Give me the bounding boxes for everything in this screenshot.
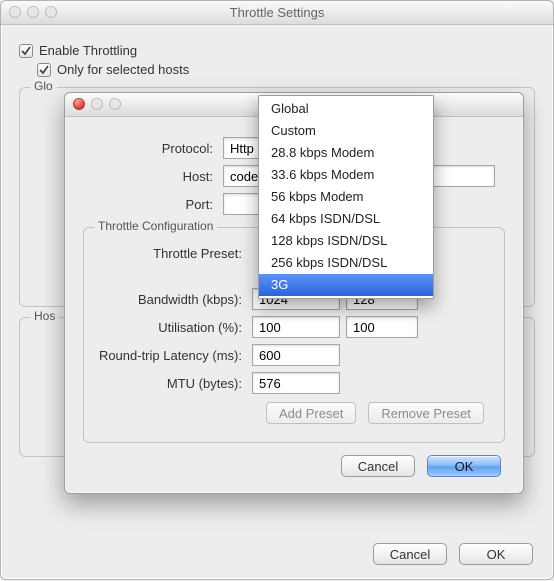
preset-menu-item[interactable]: 128 kbps ISDN/DSL <box>259 230 433 252</box>
enable-throttling-checkbox[interactable] <box>19 44 33 58</box>
host-label: Host: <box>83 169 217 184</box>
only-selected-label: Only for selected hosts <box>57 62 189 77</box>
close-icon[interactable] <box>9 6 21 18</box>
preset-menu-item[interactable]: 3G <box>259 274 433 296</box>
zoom-icon[interactable] <box>45 6 57 18</box>
preset-menu-item[interactable]: Global <box>259 98 433 120</box>
checkmark-icon <box>20 45 32 57</box>
utilisation-download-input[interactable] <box>252 316 340 338</box>
global-legend: Glo <box>30 79 57 93</box>
remove-preset-button[interactable]: Remove Preset <box>368 402 484 424</box>
preset-label: Throttle Preset: <box>96 246 246 261</box>
throttle-preset-menu[interactable]: GlobalCustom28.8 kbps Modem33.6 kbps Mod… <box>258 95 434 299</box>
preset-buttons: Add Preset Remove Preset <box>266 402 492 424</box>
preset-menu-item[interactable]: 64 kbps ISDN/DSL <box>259 208 433 230</box>
checkmark-icon <box>38 64 50 76</box>
preset-menu-item[interactable]: Custom <box>259 120 433 142</box>
minimize-icon[interactable] <box>91 98 103 110</box>
sheet-window-controls <box>73 98 121 110</box>
preset-menu-item[interactable]: 28.8 kbps Modem <box>259 142 433 164</box>
close-icon[interactable] <box>73 98 85 110</box>
preset-menu-item[interactable]: 56 kbps Modem <box>259 186 433 208</box>
mtu-label: MTU (bytes): <box>96 376 246 391</box>
add-preset-button[interactable]: Add Preset <box>266 402 356 424</box>
window-title: Throttle Settings <box>230 5 325 20</box>
port-label: Port: <box>83 197 217 212</box>
preset-menu-item[interactable]: 256 kbps ISDN/DSL <box>259 252 433 274</box>
enable-throttling-label: Enable Throttling <box>39 43 137 58</box>
throttle-config-legend: Throttle Configuration <box>94 219 217 233</box>
only-for-selected-row[interactable]: Only for selected hosts <box>37 62 535 77</box>
titlebar: Throttle Settings <box>1 1 553 25</box>
window-controls <box>9 6 57 18</box>
ok-button[interactable]: OK <box>427 455 501 477</box>
latency-input[interactable] <box>252 344 340 366</box>
ok-button[interactable]: OK <box>459 543 533 565</box>
utilisation-label: Utilisation (%): <box>96 320 246 335</box>
preset-menu-item[interactable]: 33.6 kbps Modem <box>259 164 433 186</box>
minimize-icon[interactable] <box>27 6 39 18</box>
bandwidth-label: Bandwidth (kbps): <box>96 292 246 307</box>
main-button-row: Cancel OK <box>373 543 533 565</box>
enable-throttling-row[interactable]: Enable Throttling <box>19 43 535 58</box>
latency-label: Round-trip Latency (ms): <box>96 348 246 363</box>
protocol-label: Protocol: <box>83 141 217 156</box>
hosts-legend: Hos <box>30 309 59 323</box>
zoom-icon[interactable] <box>109 98 121 110</box>
utilisation-upload-input[interactable] <box>346 316 418 338</box>
mtu-input[interactable] <box>252 372 340 394</box>
cancel-button[interactable]: Cancel <box>373 543 447 565</box>
cancel-button[interactable]: Cancel <box>341 455 415 477</box>
sheet-button-row: Cancel OK <box>83 455 505 477</box>
only-selected-checkbox[interactable] <box>37 63 51 77</box>
